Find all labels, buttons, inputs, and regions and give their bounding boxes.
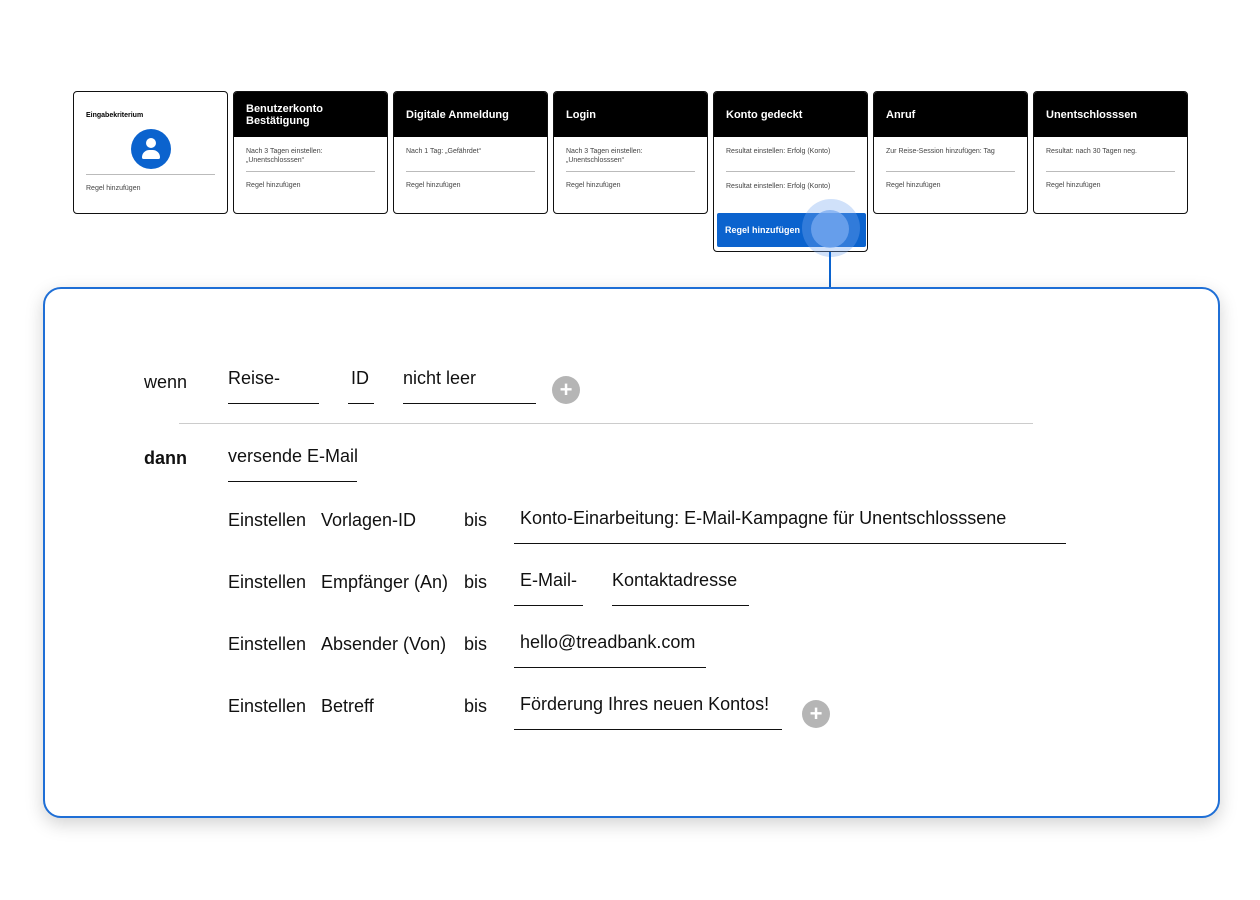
stage-title: Eingabekriterium [86,112,144,119]
condition-field-1[interactable]: Reise- [228,368,319,404]
stage-title: Unentschlosssen [1034,92,1187,137]
stage-rule-text: Resultat einstellen: Erfolg (Konto) [726,148,831,155]
add-rule-link[interactable]: Regel hinzufügen [406,182,535,189]
connector-line [829,252,831,288]
plus-icon[interactable]: + [552,376,580,404]
stage-title: Benutzerkonto Bestätigung [234,92,387,137]
stage-rule-text: Nach 1 Tag: „Gefährdet“ [406,148,481,155]
add-rule-link[interactable]: Regel hinzufügen [566,182,695,189]
add-rule-link[interactable]: Regel hinzufügen [1046,182,1175,189]
to-label: bis [464,696,488,716]
stage-card-digital-signup[interactable]: Digitale Anmeldung Nach 1 Tag: „Gefährde… [393,91,548,214]
stage-card-account-confirmation[interactable]: Benutzerkonto Bestätigung Nach 3 Tagen e… [233,91,388,214]
stage-title: Konto gedeckt [714,92,867,137]
add-rule-link[interactable]: Regel hinzufügen [246,182,375,189]
to-label: bis [464,510,488,530]
stage-rule-text: Nach 3 Tagen einstellen: „Unentschlossse… [566,148,643,164]
stage-rule-text: Zur Reise-Session hinzufügen: Tag [886,148,995,155]
subject-field[interactable]: Förderung Ihres neuen Kontos! [514,694,782,730]
stage-card-login[interactable]: Login Nach 3 Tagen einstellen: „Unentsch… [553,91,708,214]
divider [179,423,1033,424]
stage-card-undecided[interactable]: Unentschlosssen Resultat: nach 30 Tagen … [1033,91,1188,214]
stage-title: Login [554,92,707,137]
param-label: Empfänger (An) [321,572,449,592]
sender-field[interactable]: hello@treadbank.com [514,632,706,668]
stage-card-call[interactable]: Anruf Zur Reise-Session hinzufügen: Tag … [873,91,1028,214]
param-label: Betreff [321,696,374,716]
if-label: wenn [144,372,188,392]
recipient-field-1[interactable]: E-Mail- [514,570,583,606]
stage-rule-text: Nach 3 Tagen einstellen: „Unentschlossse… [246,148,323,164]
stage-title: Digitale Anmeldung [394,92,547,137]
stage-title: Anruf [874,92,1027,137]
rule-editor-panel [43,287,1220,818]
param-label: Absender (Von) [321,634,447,654]
add-rule-link[interactable]: Regel hinzufügen [86,185,215,192]
click-indicator [811,210,849,248]
add-rule-link[interactable]: Regel hinzufügen [886,182,1015,189]
to-label: bis [464,572,488,592]
stage-rule-text: Resultat einstellen: Erfolg (Konto) [726,183,831,190]
set-label: Einstellen [228,510,307,530]
stage-rule-text: Resultat: nach 30 Tagen neg. [1046,148,1137,155]
condition-operator[interactable]: nicht leer [403,368,536,404]
then-label: dann [144,448,187,468]
to-label: bis [464,634,488,654]
recipient-field-2[interactable]: Kontaktadresse [612,570,749,606]
set-label: Einstellen [228,634,307,654]
plus-icon[interactable]: + [802,700,830,728]
set-label: Einstellen [228,696,307,716]
condition-field-2[interactable]: ID [348,368,374,404]
param-label: Vorlagen-ID [321,510,417,530]
user-icon [130,129,171,169]
stage-card-input-criterion[interactable]: Eingabekriterium Regel hinzufügen [73,91,228,214]
template-id-field[interactable]: Konto-Einarbeitung: E-Mail-Kampagne für … [514,508,1066,544]
set-label: Einstellen [228,572,307,592]
action-field[interactable]: versende E-Mail [228,446,358,482]
